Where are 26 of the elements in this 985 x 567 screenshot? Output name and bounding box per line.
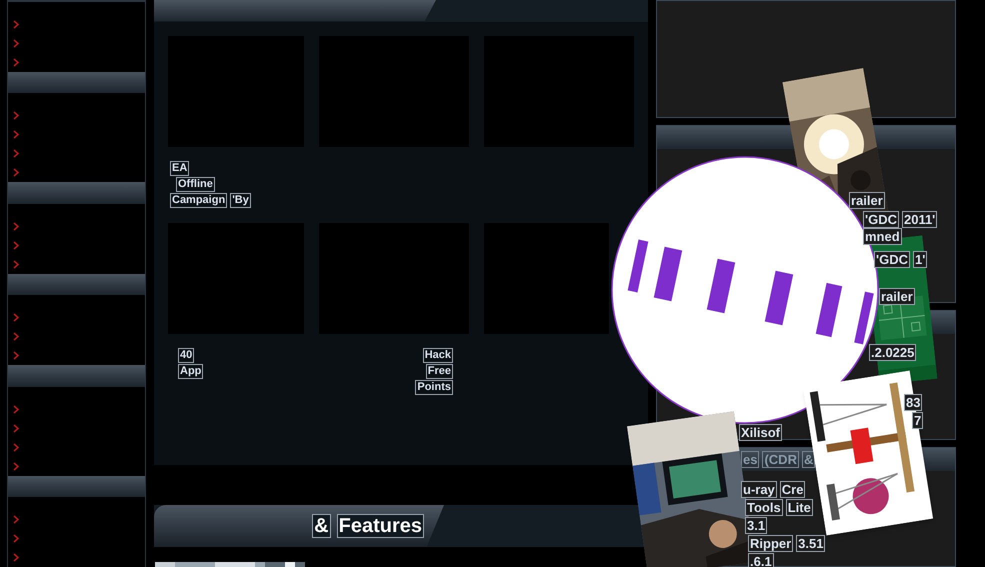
word-label: .6.1 (748, 553, 774, 567)
word-label: Points (415, 380, 453, 395)
word-label: Lite (786, 499, 813, 516)
word-label: 40 (178, 348, 194, 363)
word-label: 83 (904, 394, 922, 411)
word-label: Free (426, 364, 453, 379)
word-label: Campaign (170, 193, 228, 208)
word-label: 3.51 (796, 535, 826, 552)
word-label: (CDR (762, 451, 799, 468)
word-label: EA (170, 161, 190, 176)
word-label: Hack (422, 348, 453, 363)
word-label: 'GDC (863, 211, 899, 228)
word-label: 3.1 (745, 517, 768, 534)
word-label: 'By (230, 193, 251, 208)
word-label: railer (849, 192, 885, 209)
word-label: Xilisof (739, 424, 782, 441)
word-label: Cre (780, 481, 806, 498)
word-label: App (178, 364, 204, 379)
word-label: 7 (912, 412, 924, 429)
word-label: u-ray (741, 481, 777, 498)
word-label: Offline (176, 177, 215, 192)
word-label: Tools (745, 499, 783, 516)
word-label: 2011' (902, 211, 938, 228)
section-title-word: Features (336, 514, 424, 538)
word-label: Ripper (748, 535, 794, 552)
section-title-word: & (312, 514, 331, 538)
